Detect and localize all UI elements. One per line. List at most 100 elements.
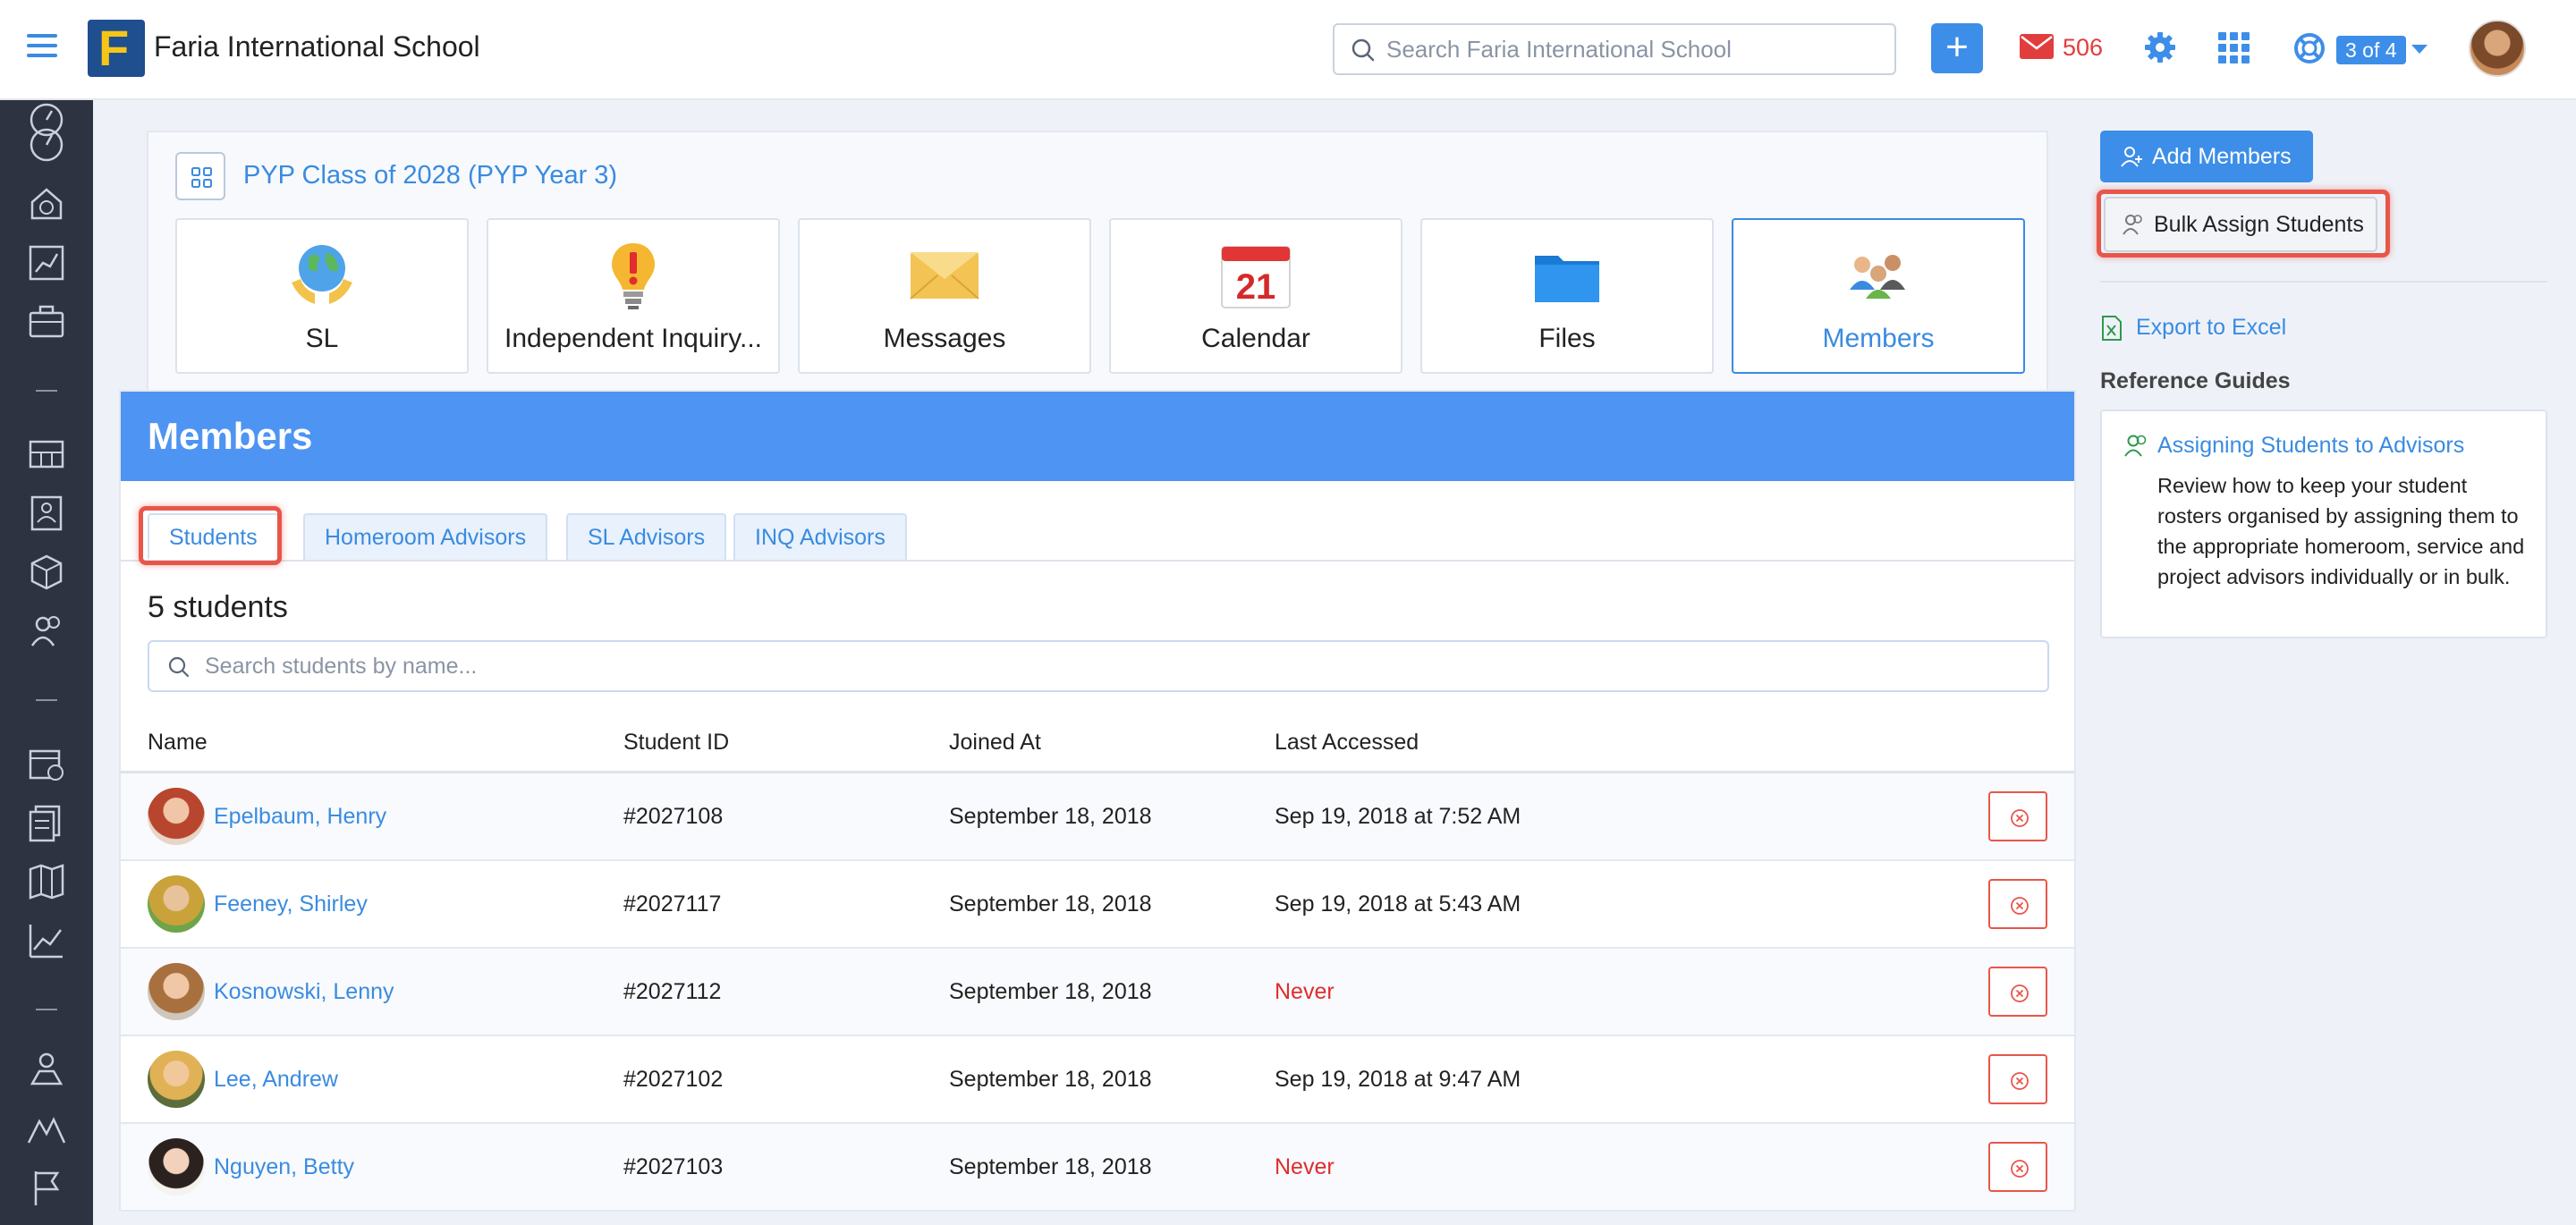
student-name-link[interactable]: Nguyen, Betty — [214, 1154, 354, 1180]
envelope-icon — [910, 252, 979, 300]
tile-calendar[interactable]: 21 Calendar — [1109, 218, 1402, 374]
lightbulb-icon — [612, 243, 655, 309]
add-members-button[interactable]: Add Members — [2100, 131, 2313, 182]
tile-messages[interactable]: Messages — [798, 218, 1091, 374]
last-accessed: Never — [1275, 1154, 1335, 1179]
student-avatar[interactable] — [148, 963, 205, 1020]
student-search[interactable] — [148, 640, 2049, 692]
tile-sl[interactable]: SL — [175, 218, 469, 374]
top-bar: F Faria International School + 506 — [0, 0, 2576, 100]
map-icon[interactable] — [27, 862, 66, 901]
student-avatar[interactable] — [148, 875, 205, 933]
excel-file-icon — [2102, 316, 2122, 341]
calendar-clock-icon[interactable] — [27, 744, 66, 783]
tab-divider — [121, 560, 2074, 562]
tab-sl-advisors[interactable]: SL Advisors — [566, 513, 727, 560]
last-accessed: Sep 19, 2018 at 5:43 AM — [1275, 891, 1521, 917]
briefcase-icon[interactable] — [27, 302, 66, 342]
growth-chart-icon[interactable] — [27, 921, 66, 960]
remove-member-button[interactable] — [1988, 791, 2047, 841]
joined-at: September 18, 2018 — [949, 1067, 1152, 1092]
student-avatar[interactable] — [148, 1051, 205, 1108]
calendar-icon: 21 — [1221, 246, 1291, 308]
table-row: Nguyen, Betty #2027103 September 18, 2018 N… — [121, 1124, 2074, 1212]
tile-files[interactable]: Files — [1420, 218, 1714, 374]
create-button[interactable]: + — [1931, 23, 1983, 73]
people-icon[interactable] — [27, 612, 66, 651]
table-row: Feeney, Shirley #2027117 September 18, 201… — [121, 861, 2074, 949]
student-id: #2027112 — [623, 979, 722, 1004]
people-icon — [2124, 435, 2147, 457]
tile-label: Messages — [883, 324, 1006, 353]
student-avatar[interactable] — [148, 788, 205, 845]
table-row: Lee, Andrew #2027102 September 18, 2018 Sep… — [121, 1036, 2074, 1124]
help-lifebuoy-icon[interactable] — [2293, 32, 2326, 64]
remove-member-button[interactable] — [1988, 1054, 2047, 1104]
student-id: #2027102 — [623, 1067, 724, 1092]
global-search[interactable] — [1333, 23, 1896, 75]
assigning-students-guide-link[interactable]: Assigning Students to Advisors — [2157, 433, 2464, 459]
school-name[interactable]: Faria International School — [154, 30, 480, 63]
user-avatar[interactable] — [2469, 20, 2526, 77]
tile-label: Members — [1822, 324, 1935, 353]
export-label: Export to Excel — [2136, 315, 2287, 340]
joined-at: September 18, 2018 — [949, 979, 1152, 1004]
tile-label: Independent Inquiry... — [504, 324, 762, 353]
chevron-down-icon[interactable] — [2411, 45, 2428, 54]
members-heading: Members — [148, 415, 313, 457]
search-icon — [1352, 38, 1375, 62]
class-title[interactable]: PYP Class of 2028 (PYP Year 3) — [243, 161, 617, 190]
mountains-icon[interactable] — [27, 1109, 66, 1148]
table-row: Kosnowski, Lenny #2027112 September 18, 20… — [121, 949, 2074, 1036]
home-clock-icon[interactable] — [27, 184, 66, 224]
tab-inq-advisors[interactable]: INQ Advisors — [733, 513, 907, 560]
column-header-name[interactable]: Name — [148, 730, 208, 756]
reference-guide-description: Review how to keep your student rosters … — [2157, 474, 2525, 588]
last-accessed: Sep 19, 2018 at 9:47 AM — [1275, 1067, 1521, 1092]
right-column-divider — [2100, 281, 2547, 283]
learner-icon[interactable] — [27, 1050, 66, 1089]
student-avatar[interactable] — [148, 1138, 205, 1195]
settings-gear-icon[interactable] — [2143, 30, 2177, 64]
class-grid-icon[interactable] — [175, 152, 225, 200]
student-name-link[interactable]: Kosnowski, Lenny — [214, 979, 394, 1005]
apps-grid-icon[interactable] — [2218, 32, 2250, 64]
school-logo[interactable]: F — [88, 20, 145, 77]
tile-independent-inquiry[interactable]: Independent Inquiry... — [487, 218, 780, 374]
column-header-last-accessed[interactable]: Last Accessed — [1275, 730, 1419, 756]
flag-icon[interactable] — [27, 1168, 66, 1207]
classes-icon[interactable] — [27, 435, 66, 474]
column-header-joined-at[interactable]: Joined At — [949, 730, 1041, 756]
help-progress-badge[interactable]: 3 of 4 — [2336, 36, 2406, 64]
dashboard-gauge-icon[interactable] — [27, 125, 66, 165]
last-accessed: Sep 19, 2018 at 7:52 AM — [1275, 804, 1521, 829]
members-panel: Members Students Homeroom Advisors SL Ad… — [119, 390, 2076, 1212]
joined-at: September 18, 2018 — [949, 891, 1152, 917]
joined-at: September 18, 2018 — [949, 804, 1152, 829]
cube-icon[interactable] — [27, 553, 66, 592]
documents-icon[interactable] — [27, 803, 66, 842]
column-header-student-id[interactable]: Student ID — [623, 730, 729, 756]
add-person-icon — [2121, 147, 2142, 167]
analytics-chart-icon[interactable] — [27, 243, 66, 283]
remove-member-button[interactable] — [1988, 967, 2047, 1017]
remove-member-button[interactable] — [1988, 879, 2047, 929]
remove-circle-icon — [2011, 809, 2029, 827]
teacher-board-icon[interactable] — [27, 494, 66, 533]
reference-guide-card: Assigning Students to Advisors Review ho… — [2100, 410, 2547, 638]
student-search-input[interactable] — [205, 651, 2029, 681]
last-accessed: Never — [1275, 979, 1335, 1004]
remove-member-button[interactable] — [1988, 1142, 2047, 1192]
student-id: #2027103 — [623, 1154, 724, 1179]
student-name-link[interactable]: Feeney, Shirley — [214, 891, 368, 917]
global-search-input[interactable] — [1386, 34, 1878, 64]
mail-icon[interactable] — [2020, 34, 2054, 59]
student-name-link[interactable]: Epelbaum, Henry — [214, 804, 386, 830]
mail-count[interactable]: 506 — [2063, 34, 2103, 62]
tab-homeroom-advisors[interactable]: Homeroom Advisors — [303, 513, 548, 560]
tile-members[interactable]: Members — [1732, 218, 2025, 374]
student-name-link[interactable]: Lee, Andrew — [214, 1067, 338, 1093]
menu-icon[interactable] — [27, 34, 57, 59]
remove-circle-icon — [2011, 897, 2029, 915]
student-id: #2027108 — [623, 804, 724, 829]
